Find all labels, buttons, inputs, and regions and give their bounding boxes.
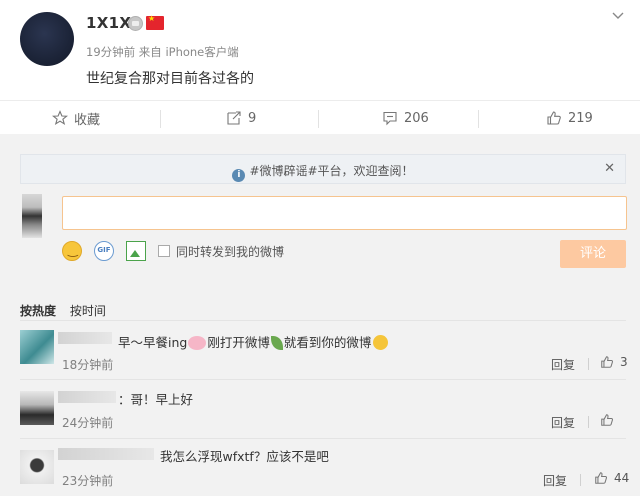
comment-avatar[interactable] [20, 391, 54, 425]
thumbs-up-icon [601, 414, 614, 426]
forward-icon [227, 111, 241, 125]
comment-like-button[interactable] [600, 413, 620, 427]
divider [20, 320, 626, 321]
sort-tabs: 按热度 按时间 [20, 302, 116, 319]
post-text: 世纪复合那对目前各过各的 [86, 71, 254, 87]
info-icon: i [232, 169, 246, 182]
submit-comment-button[interactable]: 评论 [560, 240, 626, 268]
comment-like-button[interactable]: 44 [594, 471, 629, 485]
reply-button[interactable]: 回复 [543, 472, 567, 489]
reply-button[interactable]: 回复 [551, 356, 575, 373]
comment-like-button[interactable]: 3 [600, 355, 628, 369]
gif-icon[interactable]: GIF [94, 241, 114, 261]
china-flag-icon [146, 14, 164, 30]
like-button[interactable]: 219 [546, 101, 593, 135]
blurred-username [58, 391, 116, 403]
divider [478, 110, 479, 128]
comment-time: 24分钟前 [62, 416, 114, 430]
comment-text: 我怎么浮现wfxtf？应该不是吧 [160, 449, 329, 464]
thumbs-up-icon [595, 472, 608, 484]
comment-avatar[interactable] [20, 330, 54, 364]
plant-emoji-icon [270, 336, 283, 350]
emoji-icon[interactable] [62, 241, 82, 261]
divider [20, 379, 626, 380]
smile-emoji-icon [373, 335, 389, 350]
sync-label: 同时转发到我的微博 [176, 244, 285, 259]
comment-text-part: 刚打开微博 [207, 335, 270, 350]
avatar[interactable] [20, 12, 74, 66]
notice-text[interactable]: #微博辟谣#平台，欢迎查阅！ [249, 164, 413, 178]
thumbs-up-icon [601, 356, 614, 368]
comment-icon [383, 111, 397, 126]
chevron-down-icon[interactable] [612, 10, 624, 22]
reply-button[interactable]: 回复 [551, 414, 575, 431]
action-bar: 收藏 9 206 219 [0, 100, 640, 134]
comment-button[interactable]: 206 [382, 101, 429, 135]
vip-badge-icon [128, 16, 143, 31]
post-meta: 19分钟前 来自 iPhone客户端 [86, 45, 239, 59]
current-user-avatar [22, 194, 42, 238]
divider [588, 358, 589, 370]
close-icon[interactable]: ✕ [604, 161, 615, 176]
tab-sort-time[interactable]: 按时间 [70, 304, 106, 318]
like-count: 219 [568, 110, 593, 126]
comment-text: ：哥！早上好 [118, 392, 194, 407]
divider [318, 110, 319, 128]
comment-input[interactable] [62, 196, 627, 230]
comment-item: 早～早餐ing 刚打开微博 就看到你的微博 18分钟前 回复 3 [0, 320, 640, 376]
divider [588, 416, 589, 428]
divider [580, 474, 581, 486]
divider [20, 438, 626, 439]
comment-time: 23分钟前 [62, 474, 114, 488]
divider [160, 110, 161, 128]
sync-checkbox[interactable] [158, 245, 170, 257]
comment-text-part: 就看到你的微博 [283, 335, 372, 350]
comment-item: 我怎么浮现wfxtf？应该不是吧 23分钟前 回复 44 [0, 438, 640, 496]
favorite-label: 收藏 [74, 112, 101, 128]
tab-sort-hot[interactable]: 按热度 [20, 304, 56, 318]
star-icon [52, 110, 68, 126]
weibo-post: 1X1X 19分钟前 来自 iPhone客户端 世纪复合那对目前各过各的 [0, 0, 640, 100]
comment-like-count: 3 [620, 355, 628, 369]
comment-avatar[interactable] [20, 450, 54, 484]
pig-emoji-icon [188, 336, 207, 350]
composer-toolbar: GIF 同时转发到我的微博 [62, 240, 284, 262]
image-icon[interactable] [126, 241, 146, 261]
comment-like-count: 44 [614, 471, 630, 485]
forward-count: 9 [248, 110, 257, 126]
comment-item: ：哥！早上好 24分钟前 回复 [0, 379, 640, 435]
post-username[interactable]: 1X1X [86, 14, 131, 32]
comment-time: 18分钟前 [62, 358, 114, 372]
comment-text: 早～早餐ing 刚打开微博 就看到你的微博 [118, 332, 389, 351]
blurred-username [58, 448, 154, 460]
forward-button[interactable]: 9 [226, 101, 256, 135]
favorite-button[interactable]: 收藏 [52, 101, 100, 135]
blurred-username [58, 332, 112, 344]
notice-banner: i #微博辟谣#平台，欢迎查阅！ ✕ [20, 154, 626, 184]
comment-text-part: 早～早餐ing [118, 335, 188, 350]
thumbs-up-icon [547, 111, 561, 125]
comment-count: 206 [404, 110, 429, 126]
